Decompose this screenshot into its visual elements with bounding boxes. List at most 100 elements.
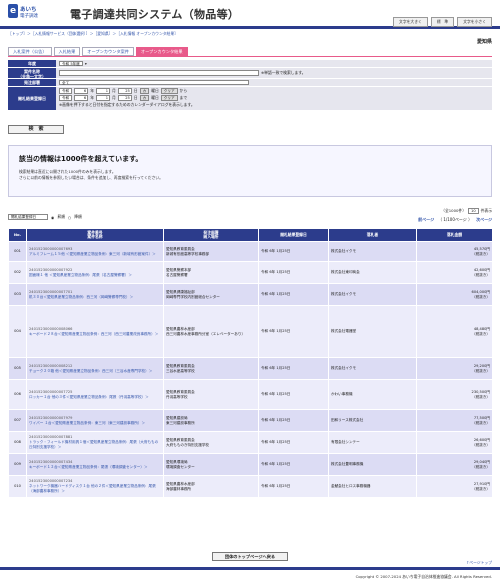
tax-note: （税抜き）	[472, 251, 490, 256]
table-row: 002 2401523000000007922 図面様１ 他 ＜愛知県産業立物品条例…	[8, 261, 493, 284]
breadcrumb[interactable]: ［トップ］＞［入札情報サービス（団体選択）］＞［愛知県］＞［入札情報 オープンカ…	[0, 29, 500, 37]
search-button[interactable]: 検 索	[8, 125, 64, 134]
tab-bid-result[interactable]: 入札結果	[53, 47, 81, 56]
result-date: 令和 6年 1月25日	[258, 453, 329, 476]
header-org: 発注部署 納入場所	[163, 228, 259, 242]
case-name-link[interactable]: ロッカー１台 他の３件＜愛知県産業立物品条例：尾張（丹羽高等学校）＞	[29, 395, 161, 400]
sort-desc-label: 降順	[74, 214, 82, 219]
delivery-place: 丹羽高等学校	[166, 394, 188, 399]
case-name-link[interactable]: ネットワーク機器ハードディスク１台 他の２件＜愛知県産業立物品条例：尾張（海部農…	[29, 484, 161, 494]
case-name-link[interactable]: チョーク２０箱 他＜愛知県産業立物品条例：西三河（三谷水産専門学校）＞	[29, 369, 161, 374]
sort-select[interactable]: 開札結果登録日	[8, 214, 48, 220]
row-no: 010	[8, 475, 27, 498]
tab-bid-announcement[interactable]: 入札案件（公告）	[8, 47, 52, 56]
font-large-button[interactable]: 文字を大きく	[393, 17, 428, 27]
tax-note: （税抜き）	[472, 442, 490, 447]
delivery-place: 環境調査センター	[166, 464, 195, 469]
table-row: 010 2401523000000007234 ネットワーク機器ハードディスク１台 …	[8, 475, 493, 498]
logo[interactable]: e あいち 電子調達	[8, 4, 62, 22]
table-row: 001 2401523000000007693 アルミフレーム１５他 ＜愛知県産業立…	[8, 241, 493, 262]
header: e あいち 電子調達 電子調達共同システム（物品等） 文字を大きく 標 準 文字…	[0, 0, 500, 27]
from-suffix: から	[179, 88, 188, 93]
delivery-place: 新城有形館高等学校事務部	[166, 251, 210, 256]
search-form: 年度 令和 5年度 ▾ 案件名称 （全角一文字） ※単語一致で検索します。 発注部…	[8, 60, 492, 111]
name-hint: ※単語一致で検索します。	[261, 70, 306, 75]
delivery-place: 名古屋警察署	[166, 272, 188, 277]
delivery-place: 岡崎専門学校内別館総合センター	[166, 294, 220, 299]
font-normal-button[interactable]: 標 準	[430, 17, 455, 27]
logo-mark: e	[8, 4, 18, 18]
winner-name: 株式会社イクモ	[328, 283, 417, 306]
case-name-link[interactable]: 机３０台＜愛知県産業立物品条例：西三河（岡崎警察専門校）＞	[29, 295, 161, 300]
date-label: 開札結果登録日	[8, 87, 56, 110]
name-label: 案件名称 （全角一文字）	[8, 68, 56, 79]
name-input[interactable]	[59, 70, 259, 76]
tab-open-counter-result[interactable]: オープンカウンタ結果	[135, 47, 188, 56]
list-controls: 開札結果登録日 ◉ 昇順 ○ 降順 （全1000件） 10 件表示 前ページ （ 1…	[8, 206, 492, 226]
row-no: 009	[8, 453, 27, 476]
next-page-link[interactable]: 次ページ	[476, 217, 492, 223]
sort-asc-radio[interactable]: ◉	[51, 215, 54, 220]
sort-desc-radio[interactable]: ○	[68, 215, 71, 220]
tab-bar: 入札案件（公告） 入札結果 オープンカウンタ案件 オープンカウンタ結果	[8, 47, 188, 56]
to-calendar-icon[interactable]: カ	[139, 95, 150, 101]
tab-open-counter[interactable]: オープンカウンタ案件	[82, 47, 134, 56]
from-clear-button[interactable]: クリア	[160, 88, 178, 94]
table-header-row: No. 案件番号 案件名称 発注部署 納入場所 開札結果登録日 落札者 落札金額	[8, 228, 493, 242]
case-name-link[interactable]: キーボード２８台＜愛知県産業立物品条例：西三河（西三河農業改良事務所）＞	[29, 332, 161, 337]
from-day-input[interactable]: 25	[117, 88, 132, 94]
winner-name: 株式会社電器堂	[328, 305, 417, 358]
table-row: 004 2401523000000008066 キーボード２８台＜愛知県産業立物品条…	[8, 305, 493, 358]
from-era-select[interactable]: 令和	[59, 88, 73, 94]
case-name-link[interactable]: アルミフレーム１５他 ＜愛知県産業立物品条例：東三河（新城有形館案件）＞	[29, 252, 161, 257]
winner-name: 田和リース株式会社	[328, 409, 417, 432]
result-date: 令和 6年 1月25日	[258, 357, 329, 380]
row-no: 006	[8, 379, 27, 410]
to-suffix: まで	[179, 95, 188, 100]
to-year-input[interactable]: 6	[74, 95, 89, 101]
tax-note: （税抜き）	[472, 294, 490, 299]
year-label: 年度	[8, 60, 56, 67]
logo-line2: 電子調達	[20, 14, 38, 19]
table-row: 005 2401523000000008212 チョーク２０箱 他＜愛知県産業立物品…	[8, 357, 493, 380]
page-top-link[interactable]: ↑ページトップ	[466, 560, 492, 566]
result-date: 令和 6年 1月25日	[258, 241, 329, 262]
winner-name: 株式会社イクモ	[328, 241, 417, 262]
from-calendar-icon[interactable]: カ	[139, 88, 150, 94]
to-day-input[interactable]: 25	[117, 95, 132, 101]
from-month-input[interactable]: 1	[95, 88, 110, 94]
to-month-input[interactable]: 1	[95, 95, 110, 101]
from-weekday: 曜日	[151, 88, 159, 93]
header-winner: 落札者	[328, 228, 417, 242]
back-to-top-page-button[interactable]: 団体のトップページへ戻る	[212, 552, 288, 561]
chevron-down-icon: ▾	[84, 61, 87, 66]
per-page-select[interactable]: 10	[468, 208, 479, 214]
result-date: 令和 6年 1月25日	[258, 261, 329, 284]
table-row: 006 2401523000000007725 ロッカー１台 他の３件＜愛知県産業立…	[8, 379, 493, 410]
message-line2: さらに以前の情報を参照したい場合は、条件を追加し、再度検索を行ってください。	[19, 174, 163, 180]
results-table: No. 案件番号 案件名称 発注部署 納入場所 開札結果登録日 落札者 落札金額…	[8, 228, 493, 498]
to-era-select[interactable]: 令和	[59, 95, 73, 101]
font-small-button[interactable]: 文字を小さく	[457, 17, 492, 27]
case-name-link[interactable]: 図面様１ 他 ＜愛知県産業立物品条例：尾張（名古屋警察署）＞	[29, 273, 161, 278]
org-select[interactable]: 全て	[59, 79, 249, 86]
delivery-place: 海部農林事務所	[166, 486, 192, 491]
case-name-link[interactable]: トラック・フィールド機材用具１個＜愛知県産業立物品条例：尾張（大府ももの丘特別支…	[29, 440, 161, 450]
to-clear-button[interactable]: クリア	[160, 95, 178, 101]
case-name-link[interactable]: ワイパー １台＜愛知県産業立物品条例：東三河（東三河建設事務所）＞	[29, 421, 161, 426]
from-year-input[interactable]: 6	[74, 88, 89, 94]
year-select[interactable]: 令和 5年度	[59, 60, 83, 67]
row-no: 002	[8, 261, 27, 284]
page-indicator: （ 1/100ページ ）	[438, 217, 473, 222]
result-date: 令和 6年 1月25日	[258, 379, 329, 410]
table-row: 008 2401523000000007881 トラック・フィールド機材用具１個＜愛…	[8, 431, 493, 454]
case-name-link[interactable]: キーボード１２台＜愛知県産業立物品条例：尾張（環境調査センター）＞	[29, 465, 161, 470]
row-no: 005	[8, 357, 27, 380]
tax-note: （税抜き）	[472, 464, 490, 469]
footer-bar	[0, 567, 500, 570]
prev-page-link[interactable]: 前ページ	[418, 217, 434, 223]
table-row: 009 2401523000000007434 キーボード１２台＜愛知県産業立物品条…	[8, 453, 493, 476]
result-message: 該当の情報は1000件を超えています。 検索結果は直近に公開された1000件のみ…	[8, 145, 492, 197]
header-case: 案件番号 案件名称	[26, 228, 164, 242]
logo-line1: あいち	[20, 7, 37, 13]
